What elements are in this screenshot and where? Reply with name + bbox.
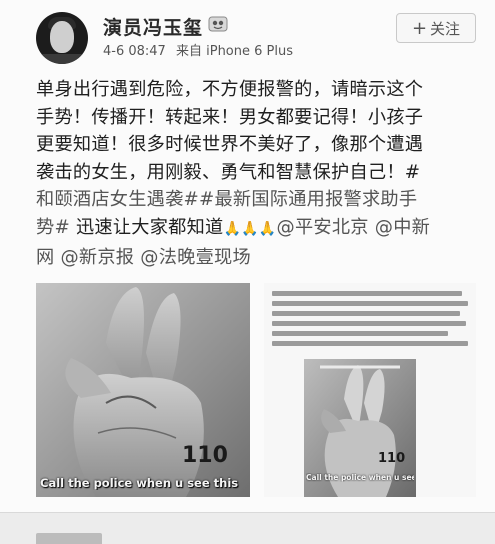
- weibo-post-card: 演员冯玉玺 4-6 08:47 来自 iPhone 6 Plus + 关注 单身出…: [0, 0, 495, 512]
- doc-line: [272, 331, 448, 336]
- hashtag-link[interactable]: 势#: [36, 217, 70, 238]
- post-line: 手势！传播开！转起来！男女都要记得！小孩子: [36, 106, 424, 128]
- doc-line: [272, 301, 468, 306]
- user-name[interactable]: 演员冯玉玺: [103, 13, 203, 40]
- image-number: 110: [182, 443, 228, 468]
- next-post-preview: [0, 512, 495, 544]
- plus-icon: +: [411, 18, 428, 39]
- image-number: 110: [378, 451, 406, 466]
- post-time: 4-6 08:47: [103, 44, 166, 59]
- avatar-face: [50, 21, 74, 53]
- doc-line: [272, 291, 462, 296]
- doc-line: [272, 311, 460, 316]
- doc-line: [272, 341, 468, 346]
- verified-vip-icon: [208, 16, 228, 32]
- mention-link[interactable]: @平安北京 @中新: [277, 217, 431, 238]
- follow-label: 关注: [430, 20, 461, 38]
- avatar[interactable]: [36, 12, 88, 64]
- post-images: 110 Call the police when u see this 110 …: [36, 283, 476, 503]
- gesture-photo-small: 110 Call the police when u see this: [304, 359, 416, 497]
- article-screenshot[interactable]: 110 Call the police when u see this: [264, 283, 476, 497]
- doc-line: [272, 321, 466, 326]
- follow-button[interactable]: + 关注: [396, 13, 476, 43]
- post-text: 单身出行遇到危险，不方便报警的，请暗示这个 手势！传播开！转起来！男女都要记得！…: [36, 76, 476, 271]
- image-caption: Call the police when u see this: [306, 473, 414, 482]
- image-caption: Call the police when u see this: [40, 476, 239, 490]
- post-line: 袭击的女生，用刚毅、勇气和智慧保护自己！#: [36, 161, 421, 183]
- post-text-segment: 迅速让大家都知道: [69, 216, 224, 238]
- post-line[interactable]: 网 @新京报 @法晚壹现场: [36, 244, 476, 272]
- gesture-photo[interactable]: 110 Call the police when u see this: [36, 283, 250, 497]
- next-post-title-stub: [36, 533, 102, 544]
- avatar-shirt: [36, 54, 88, 64]
- post-line: 势# 迅速让大家都知道🙏🙏🙏@平安北京 @中新: [36, 214, 476, 244]
- post-meta: 4-6 08:47 来自 iPhone 6 Plus: [103, 40, 299, 59]
- post-line: 更要知道！很多时候世界不美好了，像那个遭遇: [36, 134, 424, 156]
- post-line: 单身出行遇到危险，不方便报警的，请暗示这个: [36, 79, 424, 100]
- post-source[interactable]: 来自 iPhone 6 Plus: [176, 44, 293, 59]
- pray-emoji-icon: 🙏🙏🙏: [223, 220, 277, 237]
- post-line[interactable]: 和颐酒店女生遇袭##最新国际通用报警求助手: [36, 186, 476, 214]
